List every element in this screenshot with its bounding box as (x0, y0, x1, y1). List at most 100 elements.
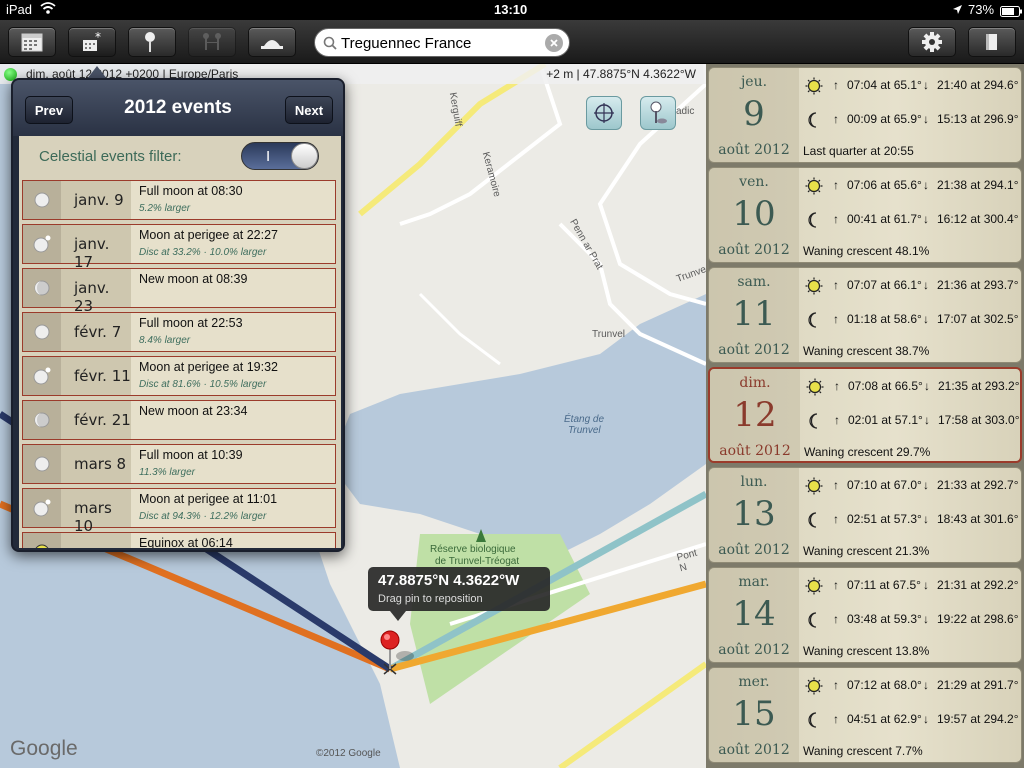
next-button[interactable]: Next (285, 96, 333, 124)
sunset-time: 21:38 at 294.1° (937, 178, 1019, 192)
distance-button[interactable] (188, 27, 236, 57)
pin-callout[interactable]: 47.8875°N 4.3622°W Drag pin to repositio… (368, 567, 550, 621)
event-date: mars 20 (61, 533, 131, 548)
day-list[interactable]: jeu. 9 août 2012 ↑ 07:04 at 65.1° ↓ 21:40 at 2… (706, 64, 1024, 768)
close-icon (550, 39, 558, 47)
event-row[interactable]: janv. 17 Moon at perigee at 22:27 Disc at … (22, 224, 336, 271)
moonrise-time: 00:41 at 61.7° (847, 212, 922, 226)
pin-icon (650, 101, 667, 124)
prev-button[interactable]: Prev (25, 96, 73, 124)
pin-button[interactable] (128, 27, 176, 57)
sunset-arrow: ↓ (923, 278, 929, 292)
book-icon (986, 34, 997, 50)
sunset-arrow: ↓ (923, 178, 929, 192)
full-moon-icon (23, 181, 61, 219)
event-row[interactable]: janv. 9 Full moon at 08:30 5.2% larger (22, 180, 336, 220)
event-date: févr. 7 (61, 313, 131, 351)
sunrise-horizon-icon (261, 40, 283, 49)
sun-icon (805, 477, 823, 498)
day-date-block: sam. 11 août 2012 (709, 268, 799, 362)
moonset-arrow: ↓ (924, 413, 930, 427)
moon-row: ↑ 03:48 at 59.3° ↓ 19:22 at 298.6° (803, 612, 1021, 630)
sunrise-arrow: ↑ (833, 678, 839, 692)
moonrise-arrow: ↑ (833, 612, 839, 626)
day-weekday: lun. (740, 474, 768, 490)
sunrise-time: 07:07 at 66.1° (847, 278, 922, 292)
moon-row: ↑ 01:18 at 58.6° ↓ 17:07 at 302.5° (803, 312, 1021, 330)
moonrise-time: 04:51 at 62.9° (847, 712, 922, 726)
events-button[interactable]: * (68, 27, 116, 57)
moonset-arrow: ↓ (923, 212, 929, 226)
moonset-time: 17:07 at 302.5° (937, 312, 1019, 326)
event-title: Moon at perigee at 22:27 (139, 228, 278, 242)
sunset-time: 21:31 at 292.2° (937, 578, 1019, 592)
event-row[interactable]: mars 8 Full moon at 10:39 11.3% larger (22, 444, 336, 484)
sunrise-arrow: ↑ (834, 379, 840, 393)
sun-row: ↑ 07:08 at 66.5° ↓ 21:35 at 293.2° (804, 378, 1020, 397)
sunset-time: 21:35 at 293.2° (938, 379, 1020, 393)
filter-toggle[interactable]: I (241, 142, 319, 170)
moonrise-time: 02:01 at 57.1° (848, 413, 923, 427)
day-month: août 2012 (719, 443, 791, 459)
clear-search-button[interactable] (545, 34, 563, 52)
horizon-button[interactable] (248, 27, 296, 57)
day-weekday: jeu. (740, 74, 768, 90)
svg-text:*: * (95, 32, 101, 44)
map-label-etang2: Trunvel (568, 425, 601, 436)
event-row[interactable]: févr. 11 Moon at perigee at 19:32 Disc at … (22, 356, 336, 396)
day-card[interactable]: ven. 10 août 2012 ↑ 07:06 at 65.6° ↓ 21:38 at … (708, 167, 1022, 263)
moon-icon (805, 311, 823, 332)
equinox-icon (23, 533, 61, 548)
battery-icon (1000, 5, 1022, 20)
day-weekday: mer. (738, 674, 770, 690)
moonset-time: 17:58 at 303.0° (938, 413, 1020, 427)
moon-phase: Waning crescent 13.8% (803, 644, 930, 658)
day-month: août 2012 (718, 142, 790, 158)
events-list[interactable]: janv. 9 Full moon at 08:30 5.2% larger janv… (19, 178, 341, 548)
sun-row: ↑ 07:07 at 66.1° ↓ 21:36 at 293.7° (803, 277, 1021, 296)
search-input[interactable] (341, 32, 541, 54)
event-row[interactable]: févr. 21 New moon at 23:34 (22, 400, 336, 440)
events-header: Prev 2012 events Next (13, 80, 343, 136)
day-card[interactable]: mer. 15 août 2012 ↑ 07:12 at 68.0° ↓ 21:29 at … (708, 667, 1022, 763)
day-number: 11 (732, 294, 776, 334)
filter-row: Celestial events filter: I (19, 136, 341, 178)
search-field[interactable] (314, 28, 570, 57)
moonset-time: 15:13 at 296.9° (937, 112, 1019, 126)
event-row[interactable]: févr. 7 Full moon at 22:53 8.4% larger (22, 312, 336, 352)
moon-icon (805, 111, 823, 132)
event-row[interactable]: mars 10 Moon at perigee at 11:01 Disc at 9… (22, 488, 336, 535)
sunset-arrow: ↓ (923, 78, 929, 92)
sunrise-arrow: ↑ (833, 178, 839, 192)
moonrise-time: 01:18 at 58.6° (847, 312, 922, 326)
day-card[interactable]: lun. 13 août 2012 ↑ 07:10 at 67.0° ↓ 21:33 at … (708, 467, 1022, 563)
day-month: août 2012 (718, 342, 790, 358)
help-button[interactable] (968, 27, 1016, 57)
moon-row: ↑ 00:09 at 65.9° ↓ 15:13 at 296.9° (803, 112, 1021, 130)
day-card[interactable]: sam. 11 août 2012 ↑ 07:07 at 66.1° ↓ 21:36 at … (708, 267, 1022, 363)
day-card[interactable]: dim. 12 août 2012 ↑ 07:08 at 66.5° ↓ 21:35 at … (708, 367, 1022, 463)
sunrise-time: 07:08 at 66.5° (848, 379, 923, 393)
settings-button[interactable] (908, 27, 956, 57)
map-label-radic: adic (676, 106, 695, 117)
event-detail: 11.3% larger (139, 467, 195, 478)
sunrise-arrow: ↑ (833, 578, 839, 592)
day-weekday: sam. (737, 274, 771, 290)
day-card[interactable]: mar. 14 août 2012 ↑ 07:11 at 67.5° ↓ 21:31 at … (708, 567, 1022, 663)
sunset-time: 21:33 at 292.7° (937, 478, 1019, 492)
perigee-icon (23, 357, 61, 395)
day-card[interactable]: jeu. 9 août 2012 ↑ 07:04 at 65.1° ↓ 21:40 at 2… (708, 67, 1022, 163)
moon-icon (805, 611, 823, 632)
event-detail: 5.2% larger (139, 203, 191, 214)
event-title: Moon at perigee at 19:32 (139, 360, 278, 374)
event-row[interactable]: janv. 23 New moon at 08:39 (22, 268, 336, 315)
sun-row: ↑ 07:12 at 68.0° ↓ 21:29 at 291.7° (803, 677, 1021, 696)
events-title: 2012 events (124, 97, 232, 118)
day-weekday: dim. (739, 375, 771, 391)
calendar-button[interactable] (8, 27, 56, 57)
status-bar: iPad 13:10 73% (0, 0, 1024, 20)
drop-pin-button[interactable] (640, 96, 676, 130)
event-row[interactable]: mars 20 Equinox at 06:14 (22, 532, 336, 548)
locate-button[interactable] (586, 96, 622, 130)
day-date-block: jeu. 9 août 2012 (709, 68, 799, 162)
